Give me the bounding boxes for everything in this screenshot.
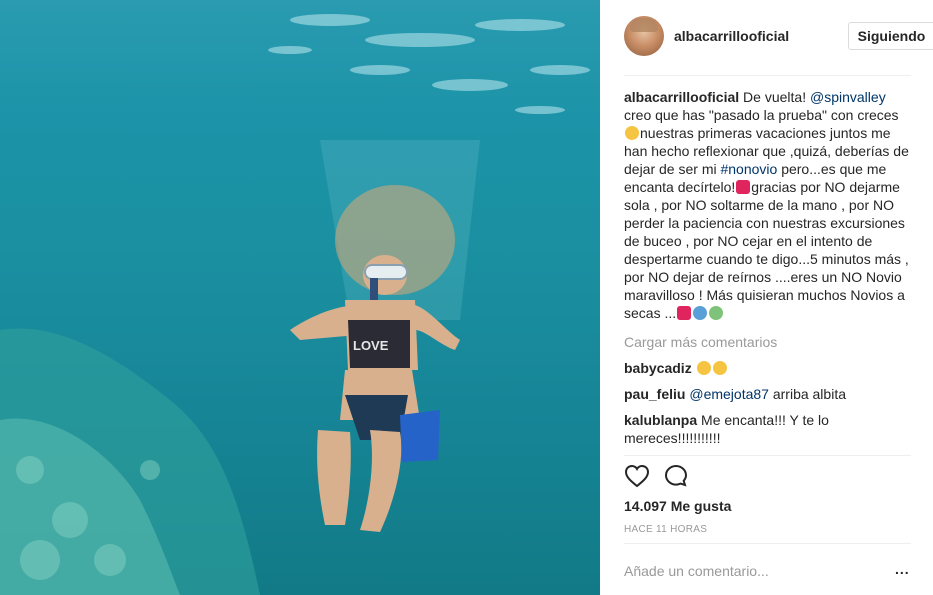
add-comment-input[interactable]: Añade un comentario... <box>624 563 769 579</box>
comment-mention[interactable]: @emejota87 <box>689 386 769 402</box>
kiss-emoji-icon <box>712 361 727 375</box>
wink-emoji-icon <box>625 126 639 140</box>
comment-text: arriba albita <box>768 386 846 402</box>
comment-item: pau_feliu @emejota87 arriba albita <box>624 385 911 403</box>
caption: albacarrillooficial De vuelta! @spinvall… <box>624 88 911 322</box>
comment-user[interactable]: kalublanpa <box>624 412 697 428</box>
actions-divider <box>624 455 911 456</box>
comment-user[interactable]: pau_feliu <box>624 386 685 402</box>
heart-eyes-emoji-icon <box>696 361 711 375</box>
likes-count[interactable]: 14.097 Me gusta <box>624 498 731 514</box>
following-button[interactable]: Siguiendo <box>848 22 933 50</box>
username[interactable]: albacarrillooficial <box>674 28 789 44</box>
comment-divider <box>624 543 911 544</box>
island-emoji-icon <box>709 306 724 320</box>
more-options-button[interactable]: ... <box>895 561 910 577</box>
comment-item: kalublanpa Me encanta!!! Y te lo mereces… <box>624 411 911 447</box>
avatar[interactable] <box>624 16 664 56</box>
caption-text-1: De vuelta! <box>739 89 810 105</box>
image-text: LOVE <box>353 338 389 353</box>
comments-section: albacarrillooficial De vuelta! @spinvall… <box>624 88 911 447</box>
caption-text-2: creo que has "pasado la prueba" con crec… <box>624 107 899 123</box>
fish-emoji-icon <box>693 306 708 320</box>
comment-icon[interactable] <box>664 464 690 493</box>
caption-text-5: gracias por NO dejarme sola , por NO sol… <box>624 179 909 321</box>
load-more-comments[interactable]: Cargar más comentarios <box>624 333 911 351</box>
header-divider <box>624 75 911 76</box>
caption-author[interactable]: albacarrillooficial <box>624 89 739 105</box>
hashtag-link[interactable]: #nonovio <box>720 161 777 177</box>
post-header: albacarrillooficial Siguiendo <box>624 16 933 58</box>
post-photo[interactable]: LOVE <box>0 0 600 595</box>
heart-emoji-icon <box>736 180 751 194</box>
comment-user[interactable]: babycadiz <box>624 360 692 376</box>
comment-item: babycadiz <box>624 359 911 377</box>
post-time[interactable]: HACE 11 HORAS <box>624 524 707 535</box>
heart-icon[interactable] <box>624 464 650 493</box>
mention-link[interactable]: @spinvalley <box>810 89 886 105</box>
heart-emoji-icon <box>677 306 692 320</box>
underwater-scene: LOVE <box>0 14 590 595</box>
